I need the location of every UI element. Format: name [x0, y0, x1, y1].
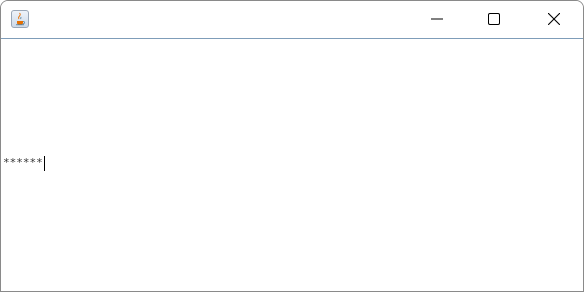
content-pane: ******	[1, 39, 583, 291]
maximize-button[interactable]	[471, 1, 517, 38]
minimize-button[interactable]	[414, 1, 460, 38]
password-masked-value: ******	[3, 156, 43, 169]
close-icon	[547, 10, 561, 29]
java-cup-icon[interactable]	[11, 10, 29, 28]
close-button[interactable]	[531, 1, 577, 38]
password-field[interactable]: ******	[3, 154, 203, 172]
title-bar[interactable]	[1, 1, 583, 39]
maximize-icon	[488, 10, 500, 29]
minimize-icon	[431, 10, 443, 29]
text-caret	[43, 155, 45, 171]
app-window: ******	[0, 0, 584, 292]
